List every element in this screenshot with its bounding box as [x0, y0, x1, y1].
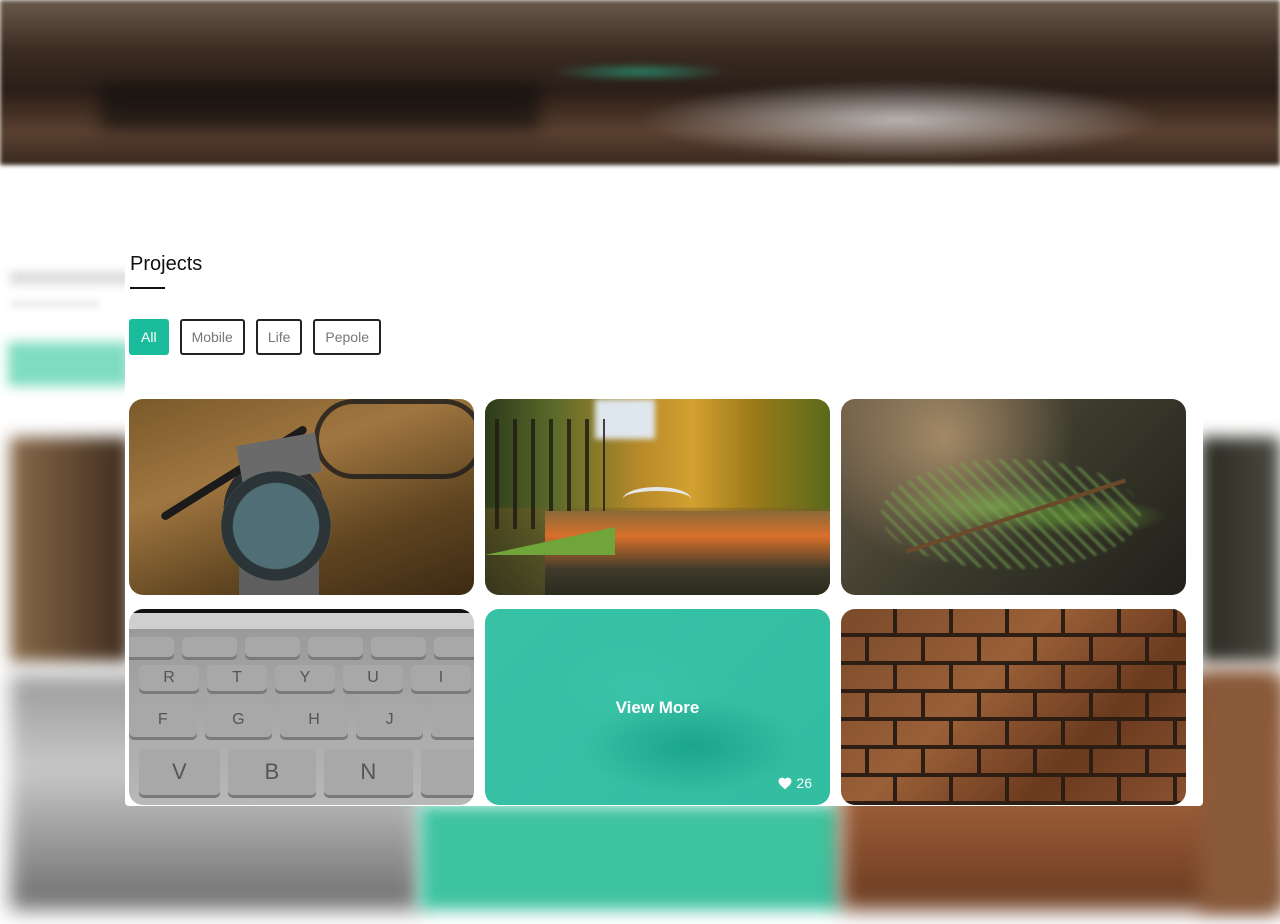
fir-branch-image — [841, 399, 1186, 595]
keyboard-image: R T Y U I F G H J V B N — [129, 609, 474, 805]
heart-icon — [779, 777, 792, 789]
key — [420, 749, 474, 795]
key-h: H — [280, 703, 348, 737]
key-f: F — [129, 703, 197, 737]
key-i: I — [411, 665, 471, 691]
blurred-tile — [1200, 675, 1280, 910]
arched-bridge — [623, 487, 691, 511]
blurred-section-title — [10, 272, 130, 284]
project-grid: R T Y U I F G H J V B N View More 26 — [129, 399, 1186, 805]
filter-all-button[interactable]: All — [129, 319, 169, 355]
filter-bar: All Mobile Life Pepole — [129, 319, 381, 355]
like-count: 26 — [796, 775, 812, 791]
fir-needles — [881, 459, 1141, 569]
blurred-tile — [10, 437, 130, 662]
key-r: R — [139, 665, 199, 691]
autumn-park-image — [485, 399, 830, 595]
key — [182, 637, 237, 657]
blurred-header-image — [0, 0, 1280, 165]
key-row-f: F G H J — [129, 703, 474, 737]
view-more-link[interactable]: View More — [485, 698, 830, 718]
blurred-tile — [1200, 437, 1280, 662]
key — [245, 637, 300, 657]
key — [129, 637, 174, 657]
grass-bank — [485, 527, 615, 555]
like-counter[interactable]: 26 — [778, 775, 812, 791]
project-tile-park[interactable] — [485, 399, 830, 595]
key-row-top — [129, 637, 474, 657]
key — [371, 637, 426, 657]
project-tile-watch[interactable] — [129, 399, 474, 595]
key-b: B — [227, 749, 317, 795]
project-tile-keyboard[interactable]: R T Y U I F G H J V B N — [129, 609, 474, 805]
brick-wall-image — [841, 609, 1186, 805]
projects-panel: Projects All Mobile Life Pepole R T Y U … — [125, 230, 1203, 806]
key-t: T — [207, 665, 267, 691]
key — [308, 637, 363, 657]
watch-face — [221, 471, 331, 581]
wristwatch-image — [129, 399, 474, 595]
blurred-tile — [420, 805, 840, 910]
key-n: N — [324, 749, 413, 795]
key — [431, 703, 474, 737]
filter-mobile-button[interactable]: Mobile — [179, 319, 245, 355]
key-u: U — [343, 665, 403, 691]
project-tile-fir[interactable] — [841, 399, 1186, 595]
key-y: Y — [275, 665, 335, 691]
project-tile-bricks[interactable] — [841, 609, 1186, 805]
title-underline — [130, 287, 165, 289]
project-tile-woman[interactable]: View More 26 — [485, 609, 830, 805]
key — [434, 637, 474, 657]
key-row-v: V B N — [139, 749, 474, 795]
section-title: Projects — [130, 253, 203, 275]
filter-life-button[interactable]: Life — [255, 319, 303, 355]
blurred-filter-button — [8, 342, 130, 386]
key-v: V — [139, 749, 220, 795]
key-j: J — [355, 703, 424, 737]
mortar-joints-offset — [841, 609, 1186, 805]
key-row-r: R T Y U I — [139, 665, 474, 691]
blurred-title-rule — [10, 302, 100, 306]
eyeglasses-shape — [314, 399, 474, 479]
filter-people-button[interactable]: Pepole — [313, 319, 381, 355]
key-g: G — [204, 703, 273, 737]
